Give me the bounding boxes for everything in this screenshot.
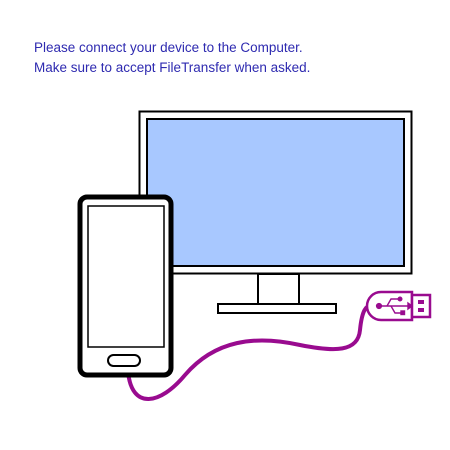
monitor-neck [257,273,300,305]
monitor-screen [146,118,405,267]
phone-home-button [107,354,141,367]
usb-plug-connector [410,293,432,319]
monitor-base [217,303,337,314]
usb-connector-pin-top [418,300,424,304]
phone-icon [77,194,174,378]
usb-plug-icon [365,290,432,322]
connection-illustration [77,110,432,401]
monitor-icon [138,110,413,314]
phone-screen [87,205,165,348]
usb-connector-pin-bottom [418,308,424,312]
